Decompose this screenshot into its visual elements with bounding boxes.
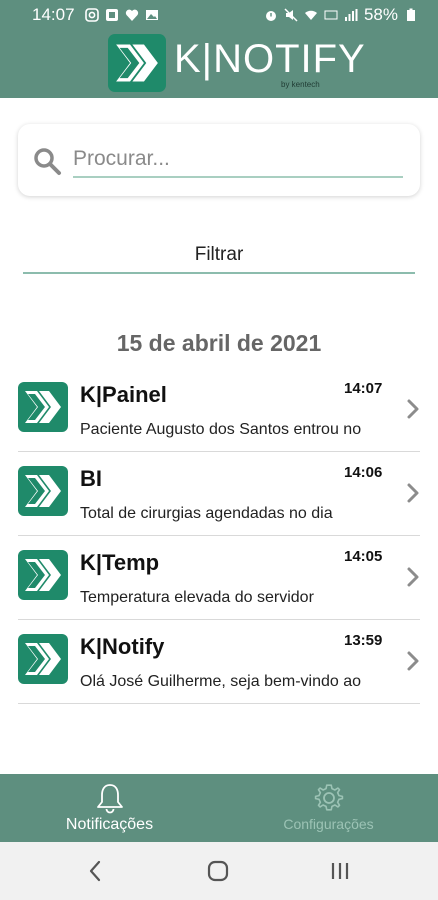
battery-percent: 58%	[363, 5, 398, 24]
notification-time: 13:59	[344, 632, 383, 649]
notification-item[interactable]: K|Notify 13:59 Olá José Guilherme, seja …	[18, 620, 420, 704]
date-heading: 15 de abril de 2021	[116, 330, 322, 356]
tab-label: Configurações	[283, 816, 374, 832]
wifi-icon	[304, 10, 317, 20]
app-logo: K|NOTIFY	[108, 34, 366, 92]
notification-time: 14:07	[344, 380, 383, 397]
status-time: 14:07	[32, 5, 75, 24]
search-card	[18, 124, 420, 196]
notification-body: Paciente Augusto dos Santos entrou no	[80, 421, 362, 438]
k-logo-icon	[18, 382, 68, 432]
chevron-right-icon[interactable]	[406, 398, 420, 420]
notification-title: K|Temp	[80, 550, 160, 575]
image-icon	[145, 10, 158, 20]
filter-button[interactable]: Filtrar	[23, 240, 415, 274]
recents-icon[interactable]	[328, 859, 352, 883]
app-header: 14:07 58% K|NOTIFY by kentech	[0, 0, 438, 98]
notification-list: K|Painel 14:07 Paciente Augusto dos Sant…	[18, 368, 420, 704]
notification-body: Total de cirurgias agendadas no dia	[80, 505, 333, 522]
notification-time: 14:05	[344, 548, 383, 565]
notification-item[interactable]: K|Temp 14:05 Temperatura elevada do serv…	[18, 536, 420, 620]
mute-icon	[284, 8, 298, 22]
notification-title: K|Notify	[80, 634, 165, 659]
k-logo-icon	[108, 34, 166, 92]
tab-label: Notificações	[65, 816, 154, 833]
bottom-nav: Notificações Configurações	[0, 774, 438, 842]
k-logo-icon	[18, 634, 68, 684]
tab-notificacoes[interactable]: Notificações	[0, 774, 219, 842]
notification-title: BI	[80, 466, 102, 491]
logo-subtitle: by kentech	[281, 80, 320, 89]
search-icon[interactable]	[32, 146, 62, 176]
notification-time: 14:06	[344, 464, 383, 481]
notification-item[interactable]: K|Painel 14:07 Paciente Augusto dos Sant…	[18, 368, 420, 452]
tab-configuracoes[interactable]: Configurações	[219, 774, 438, 842]
k-logo-icon	[18, 466, 68, 516]
notification-body: Temperatura elevada do servidor	[80, 589, 314, 606]
volte-icon	[324, 10, 338, 20]
search-input[interactable]	[73, 142, 403, 178]
back-icon[interactable]	[84, 859, 108, 883]
gear-icon	[314, 784, 344, 811]
chevron-right-icon[interactable]	[406, 566, 420, 588]
instagram-icon	[84, 8, 99, 22]
app-icon	[105, 9, 118, 21]
battery-icon	[407, 8, 415, 21]
status-bar: 14:07 58%	[0, 0, 438, 30]
chevron-right-icon[interactable]	[406, 482, 420, 504]
heart-icon	[125, 9, 138, 21]
alarm-icon	[265, 11, 276, 21]
signal-icon	[344, 9, 358, 21]
k-logo-icon	[18, 550, 68, 600]
notification-body: Olá José Guilherme, seja bem-vindo ao	[80, 673, 362, 690]
logo-text: K|NOTIFY	[174, 37, 366, 81]
system-nav-bar	[0, 842, 438, 900]
bell-icon	[97, 784, 123, 814]
notification-item[interactable]: BI 14:06 Total de cirurgias agendadas no…	[18, 452, 420, 536]
home-icon[interactable]	[206, 859, 230, 883]
notification-title: K|Painel	[80, 382, 167, 407]
chevron-right-icon[interactable]	[406, 650, 420, 672]
